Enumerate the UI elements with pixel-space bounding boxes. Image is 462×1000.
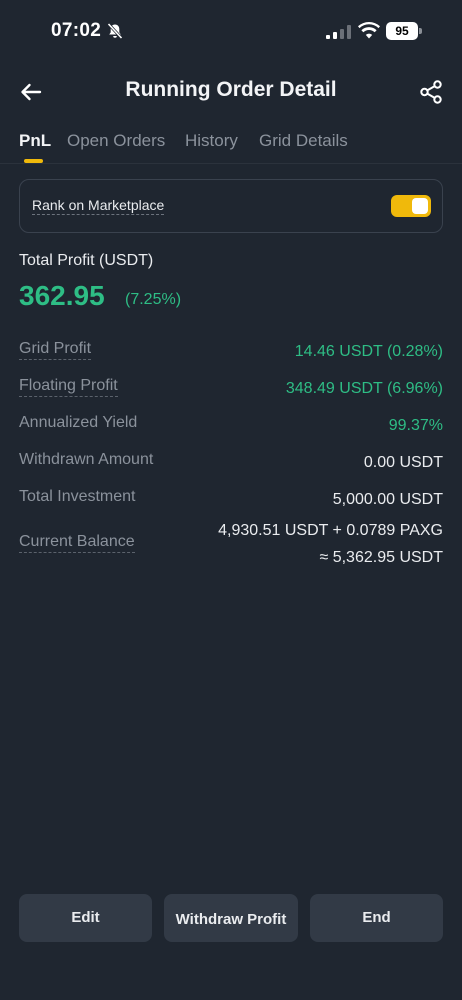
bell-off-icon [107,22,123,40]
current-balance-value: 4,930.51 USDT + 0.0789 PAXG [218,522,443,539]
active-tab-indicator [24,159,43,163]
floating-profit-value: 348.49 USDT (6.96%) [285,380,443,397]
current-balance-approx: ≈ 5,362.95 USDT [319,549,443,566]
toggle-knob [412,198,428,214]
total-investment-value: 5,000.00 USDT [332,491,443,508]
header: Running Order Detail [0,70,462,114]
current-balance-label[interactable]: Current Balance [19,533,135,553]
annualized-yield-value: 99.37% [388,417,443,434]
floating-profit-label[interactable]: Floating Profit [19,377,118,397]
tab-grid-details[interactable]: Grid Details [259,131,348,151]
total-profit-percent: (7.25%) [125,291,182,308]
cellular-signal-icon [326,25,351,39]
battery-icon: 95 [386,22,422,40]
annualized-yield-label: Annualized Yield [19,414,138,431]
battery-tip [419,28,422,34]
tab-bar: PnL Open Orders History Grid Details [0,126,462,164]
end-button[interactable]: End [310,894,443,942]
total-profit-value: 362.95 [19,280,105,311]
rank-card: Rank on Marketplace [19,179,443,233]
tab-pnl[interactable]: PnL [19,131,51,151]
wifi-icon [358,22,380,39]
edit-button[interactable]: Edit [19,894,152,942]
total-profit-label: Total Profit (USDT) [19,252,154,269]
rank-label[interactable]: Rank on Marketplace [32,197,165,215]
grid-profit-value: 14.46 USDT (0.28%) [294,343,443,360]
tab-history[interactable]: History [185,131,238,151]
withdrawn-amount-label: Withdrawn Amount [19,451,154,468]
status-bar: 07:02 95 [0,0,462,62]
tab-open-orders[interactable]: Open Orders [67,131,165,151]
total-investment-label: Total Investment [19,488,136,505]
page-title: Running Order Detail [125,78,337,101]
rank-toggle[interactable] [391,195,431,217]
withdraw-profit-button[interactable]: Withdraw Profit [164,894,298,942]
grid-profit-label[interactable]: Grid Profit [19,340,92,360]
status-time: 07:02 [51,20,102,41]
share-icon[interactable] [418,79,444,105]
battery-level: 95 [386,22,418,40]
withdrawn-amount-value: 0.00 USDT [363,454,443,471]
